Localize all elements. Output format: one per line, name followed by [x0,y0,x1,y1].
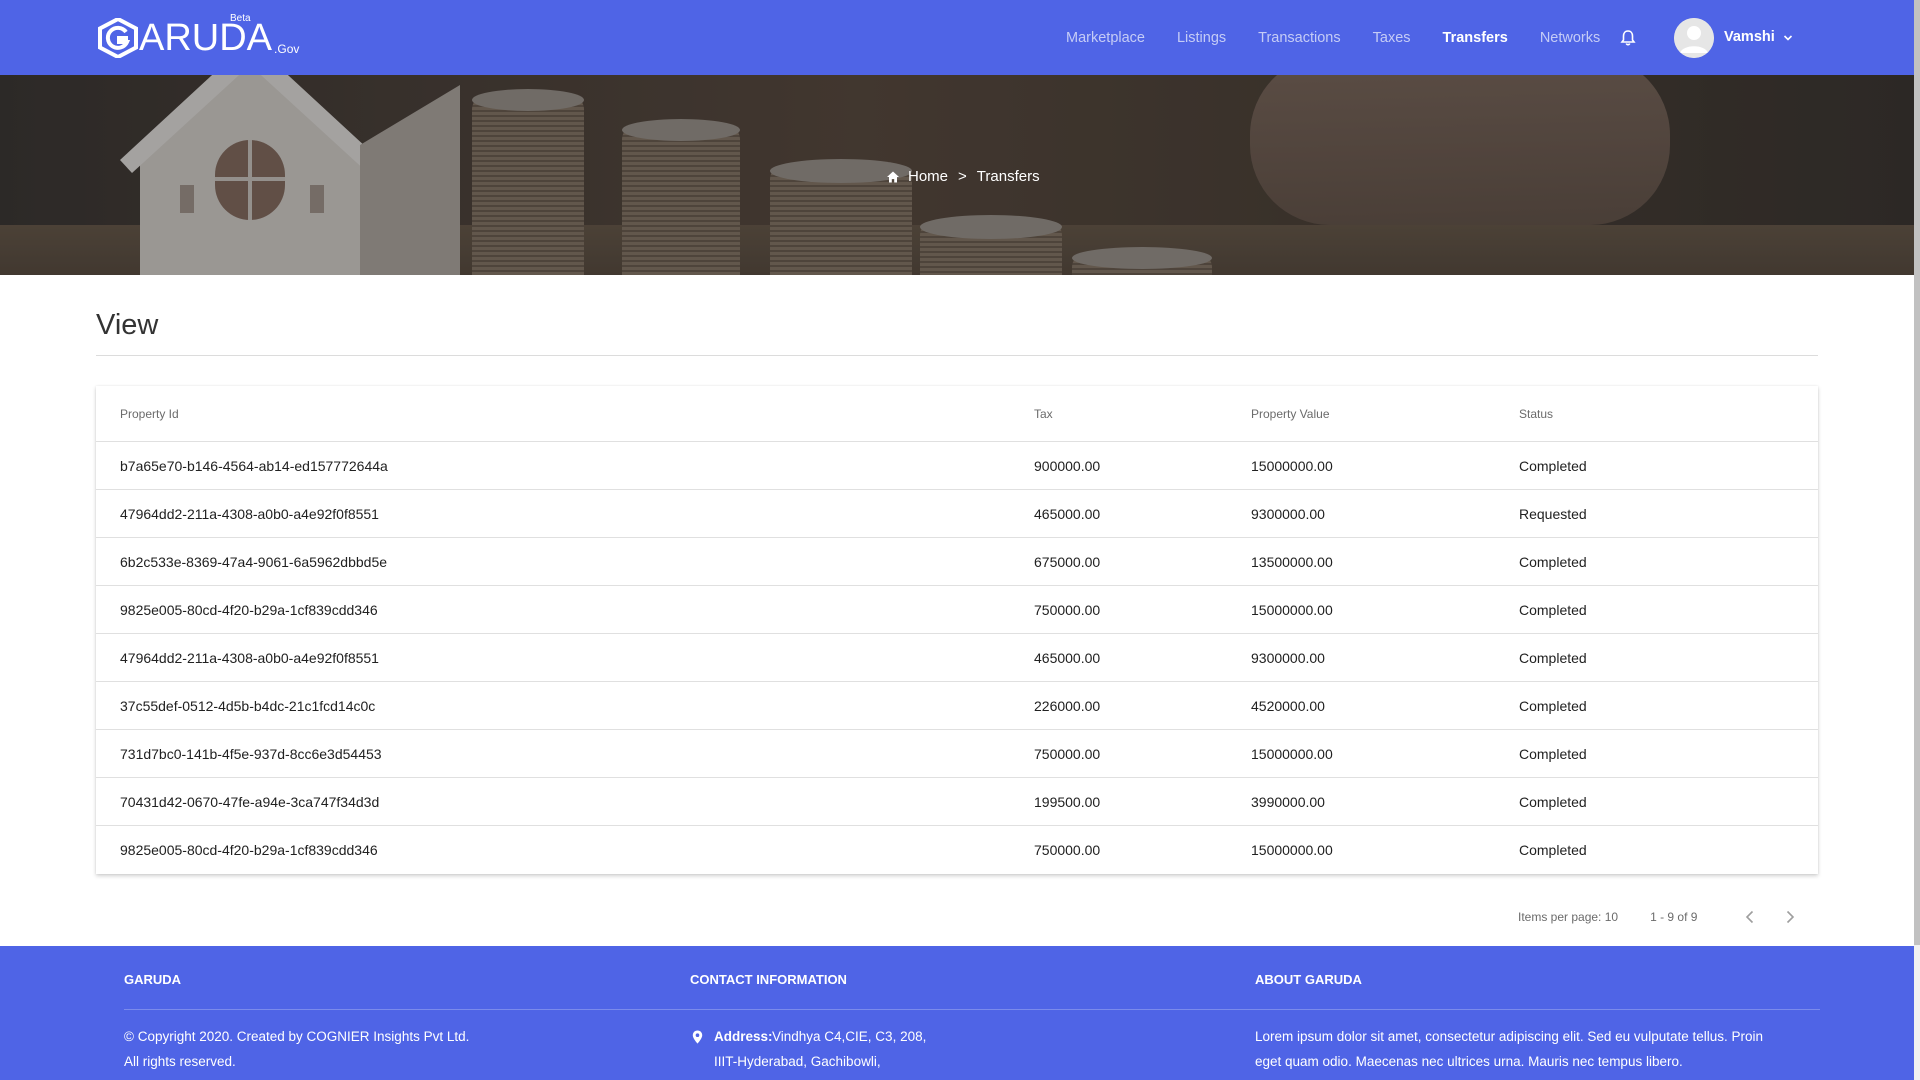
page-title: View [96,309,159,341]
cell-status: Completed [1519,842,1587,858]
footer-about-title: ABOUT GARUDA [1255,972,1362,987]
cell-property-id: 47964dd2-211a-4308-a0b0-a4e92f0f8551 [120,649,379,666]
cell-property-id: 70431d42-0670-47fe-a94e-3ca747f34d3d [120,793,380,810]
cell-property-value: 9300000.00 [1251,649,1325,666]
top-navbar: ARUDA .Gov Beta Marketplace Listings Tra… [0,0,1914,75]
nav-networks[interactable]: Networks [1540,30,1600,46]
nav-marketplace[interactable]: Marketplace [1066,30,1145,46]
items-per-page[interactable]: Items per page: 10 [1518,910,1618,924]
footer-contact-title: CONTACT INFORMATION [690,972,847,987]
footer-garuda-title: GARUDA [124,972,182,987]
cell-tax: 465000.00 [1034,505,1101,522]
brand-beta-label: Beta [230,13,251,24]
location-pin-icon [692,1030,703,1044]
cell-tax: 750000.00 [1034,601,1101,618]
cell-property-id: 9825e005-80cd-4f20-b29a-1cf839cdd346 [120,842,378,858]
cell-status: Requested [1519,505,1587,522]
title-divider [96,355,1818,356]
footer-rights: All rights reserved. [124,1054,236,1069]
home-icon[interactable] [886,170,900,184]
nav-transactions[interactable]: Transactions [1258,30,1340,46]
column-header-tax: Tax [1034,406,1053,421]
cell-property-value: 15000000.00 [1251,842,1333,858]
cell-tax: 750000.00 [1034,745,1101,762]
cell-property-id: 731d7bc0-141b-4f5e-937d-8cc6e3d54453 [120,745,382,762]
page-range-label: 1 - 9 of 9 [1650,910,1698,924]
footer-address-line1: Vindhya C4,CIE, C3, 208, [772,1029,927,1044]
logo-g-icon [97,16,139,60]
column-header-property-value: Property Value [1251,406,1330,421]
cell-property-value: 13500000.00 [1251,553,1333,570]
footer-about-line2: eget quam odio. Maecenas nec ultrices ur… [1255,1054,1683,1069]
column-header-property-id: Property Id [120,406,179,421]
cell-property-value: 15000000.00 [1251,745,1333,762]
cell-tax: 675000.00 [1034,553,1101,570]
main-nav: Marketplace Listings Transactions Taxes … [1066,0,1632,75]
brand-gov-suffix: .Gov [274,42,300,56]
footer-about-line1: Lorem ipsum dolor sit amet, consectetur … [1255,1029,1764,1044]
footer-address-label: Address: [714,1029,773,1044]
table-row[interactable]: 6b2c533e-8369-47a4-9061-6a5962dbbd5e 6750… [96,538,1818,586]
column-header-status: Status [1519,406,1554,421]
breadcrumb-home[interactable]: Home [908,168,948,185]
table-header-row: Property Id Tax Property Value Status [96,386,1818,442]
cell-property-value: 15000000.00 [1251,601,1333,618]
cell-tax: 900000.00 [1034,457,1101,474]
breadcrumb-current: Transfers [976,168,1040,185]
nav-taxes[interactable]: Taxes [1373,30,1411,46]
cell-property-id: 9825e005-80cd-4f20-b29a-1cf839cdd346 [120,601,378,618]
brand-logo[interactable]: ARUDA .Gov [97,14,300,60]
table-row[interactable]: 70431d42-0670-47fe-a94e-3ca747f34d3d 1995… [96,778,1818,826]
cell-tax: 199500.00 [1034,793,1101,810]
table-body: b7a65e70-b146-4564-ab14-ed157772644a 9000… [96,442,1818,874]
page-scrollbar-thumb[interactable] [1914,0,1920,945]
table-row[interactable]: 731d7bc0-141b-4f5e-937d-8cc6e3d54453 7500… [96,730,1818,778]
nav-listings[interactable]: Listings [1177,30,1226,46]
footer-address-line2: IIIT-Hyderabad, Gachibowli, [714,1054,881,1069]
table-row[interactable]: b7a65e70-b146-4564-ab14-ed157772644a 9000… [96,442,1818,490]
breadcrumb: Home > Transfers [886,168,1040,185]
table-row[interactable]: 47964dd2-211a-4308-a0b0-a4e92f0f8551 4650… [96,490,1818,538]
cell-tax: 226000.00 [1034,697,1101,714]
cell-property-id: 47964dd2-211a-4308-a0b0-a4e92f0f8551 [120,505,379,522]
notification-bell-icon[interactable] [1619,29,1637,47]
previous-page-button[interactable] [1738,905,1762,929]
cell-status: Completed [1519,793,1587,810]
cell-property-value: 4520000.00 [1251,697,1325,714]
user-name[interactable]: Vamshi [1724,29,1775,45]
cell-status: Completed [1519,649,1587,666]
cell-property-value: 15000000.00 [1251,457,1333,474]
paginator: Items per page: 10 1 - 9 of 9 [1518,905,1697,929]
cell-tax: 750000.00 [1034,842,1101,858]
next-page-button[interactable] [1778,905,1802,929]
hero-banner: Home > Transfers [0,75,1914,275]
breadcrumb-separator: > [958,168,967,185]
cell-status: Completed [1519,553,1587,570]
transfers-table: Property Id Tax Property Value Status b7… [96,386,1818,874]
cell-property-id: 6b2c533e-8369-47a4-9061-6a5962dbbd5e [120,553,388,570]
nav-transfers[interactable]: Transfers [1443,30,1508,46]
brand-wordmark: ARUDA [139,17,273,59]
cell-status: Completed [1519,601,1587,618]
cell-property-id: 37c55def-0512-4d5b-b4dc-21c1fcd14c0c [120,697,376,714]
chevron-right-icon [1786,910,1795,924]
cell-property-value: 9300000.00 [1251,505,1325,522]
table-row[interactable]: 37c55def-0512-4d5b-b4dc-21c1fcd14c0c 2260… [96,682,1818,730]
table-row[interactable]: 9825e005-80cd-4f20-b29a-1cf839cdd346 7500… [96,826,1818,874]
cell-property-id: b7a65e70-b146-4564-ab14-ed157772644a [120,457,388,474]
cell-status: Completed [1519,457,1587,474]
cell-property-value: 3990000.00 [1251,793,1325,810]
chevron-down-icon[interactable] [1782,31,1794,43]
cell-status: Completed [1519,745,1587,762]
table-row[interactable]: 47964dd2-211a-4308-a0b0-a4e92f0f8551 4650… [96,634,1818,682]
chevron-left-icon [1745,910,1754,924]
cell-status: Completed [1519,697,1587,714]
footer-divider [124,1009,1820,1010]
footer-copyright: © Copyright 2020. Created by COGNIER Ins… [124,1029,470,1044]
cell-tax: 465000.00 [1034,649,1101,666]
user-avatar[interactable] [1674,18,1714,58]
table-row[interactable]: 9825e005-80cd-4f20-b29a-1cf839cdd346 7500… [96,586,1818,634]
